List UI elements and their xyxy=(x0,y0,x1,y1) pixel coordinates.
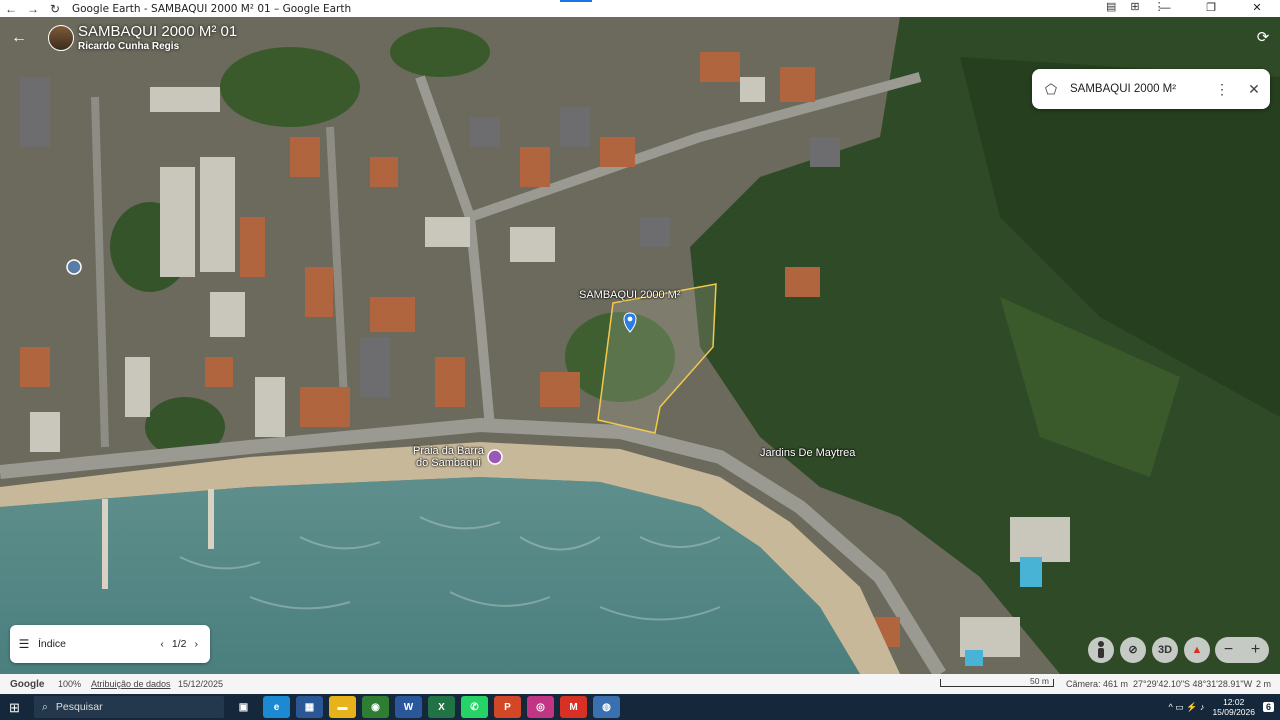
beach-place-icon[interactable] xyxy=(487,449,503,465)
browser-title-bar: ← → ↻ Google Earth - SAMBAQUI 2000 M² 01… xyxy=(0,0,1280,17)
taskbar-app-explorer-icon[interactable]: ▬ xyxy=(329,696,356,718)
clipboard-icon[interactable]: ▤ xyxy=(1106,0,1116,13)
clock-time: 12:02 xyxy=(1223,697,1245,707)
taskbar-app-task-view-icon[interactable]: ▣ xyxy=(230,696,257,718)
more-options-icon[interactable]: ⋮ xyxy=(1206,81,1238,98)
taskbar-app-word-icon[interactable]: W xyxy=(395,696,422,718)
zoom-in-button[interactable]: + xyxy=(1251,641,1260,659)
next-page-icon[interactable]: › xyxy=(195,638,199,650)
search-icon: ⌕ xyxy=(42,700,48,713)
3d-toggle-button[interactable]: 3D xyxy=(1152,637,1178,663)
taskbar-apps: ▣ e ▦ ▬ ◉ W X ✆ P ◎ M ◍ xyxy=(230,696,620,718)
taskbar-search-label: Pesquisar xyxy=(55,701,103,713)
tray-icons[interactable]: ^ ▭ ⚡ ♪ xyxy=(1169,702,1205,713)
zoom-level: 100% xyxy=(58,679,82,689)
tilt-icon[interactable]: ⊘ xyxy=(1120,637,1146,663)
taskbar-app-powerpoint-icon[interactable]: P xyxy=(494,696,521,718)
google-logo: Google xyxy=(10,678,45,690)
back-button[interactable]: ← xyxy=(8,27,30,49)
taskbar-app-whatsapp-icon[interactable]: ✆ xyxy=(461,696,488,718)
close-card-icon[interactable]: ✕ xyxy=(1238,81,1270,98)
list-icon: ☰ xyxy=(18,637,30,651)
index-label[interactable]: Índice xyxy=(38,638,160,650)
satellite-map[interactable]: ← SAMBAQUI 2000 M² 01 Ricardo Cunha Regi… xyxy=(0,17,1280,674)
compass-icon[interactable]: ▲ xyxy=(1184,637,1210,663)
map-status-bar: Google 100% Atribuição de dados 15/12/20… xyxy=(0,674,1280,694)
feature-info-card[interactable]: ⬠ SAMBAQUI 2000 M² ⋮ ✕ xyxy=(1032,69,1270,109)
back-arrow-icon[interactable]: ← xyxy=(0,2,22,16)
taskbar-app-instagram-icon[interactable]: ◎ xyxy=(527,696,554,718)
sync-icon[interactable]: ⟳ xyxy=(1252,27,1274,49)
window-title: Google Earth - SAMBAQUI 2000 M² 01 – Goo… xyxy=(72,2,352,15)
elevation: 2 m xyxy=(1256,679,1272,689)
minimize-button[interactable]: — xyxy=(1142,0,1188,17)
clock-date: 15/09/2026 xyxy=(1212,707,1255,717)
taskbar-search[interactable]: ⌕ Pesquisar xyxy=(34,696,224,718)
index-panel[interactable]: ☰ Índice ‹ 1/2 › xyxy=(10,625,210,663)
maximize-button[interactable]: ❐ xyxy=(1188,0,1234,17)
scale-label: 50 m xyxy=(1030,676,1049,686)
imagery-date: 15/12/2025 xyxy=(178,679,224,689)
poi-marker-icon[interactable] xyxy=(66,259,82,275)
page-indicator: 1/2 xyxy=(171,638,187,650)
feature-name: SAMBAQUI 2000 M² xyxy=(1070,83,1177,95)
coordinates: 27°29'42.10"S 48°31'28.91"W xyxy=(1133,679,1253,689)
taskbar-app-store-icon[interactable]: ▦ xyxy=(296,696,323,718)
author-avatar xyxy=(48,25,74,51)
translate-icon[interactable]: ⊞ xyxy=(1130,0,1139,13)
notification-badge[interactable]: 6 xyxy=(1262,702,1274,712)
windows-taskbar: ⊞ ⌕ Pesquisar ▣ e ▦ ▬ ◉ W X ✆ P ◎ M ◍ ^ ▭ ⚡ ♪ 12:02… xyxy=(0,694,1280,720)
project-title: SAMBAQUI 2000 M² 01 xyxy=(78,23,238,40)
project-author: Ricardo Cunha Regis xyxy=(78,41,180,52)
data-attribution-link[interactable]: Atribuição de dados xyxy=(91,679,171,689)
place-label-jardins[interactable]: Jardins De Maytrea xyxy=(760,447,855,459)
prev-page-icon[interactable]: ‹ xyxy=(160,638,164,650)
loading-bar xyxy=(560,0,592,2)
taskbar-app-chrome-icon[interactable]: ◉ xyxy=(362,696,389,718)
polygon-icon: ⬠ xyxy=(1044,80,1058,97)
clock[interactable]: 12:02 15/09/2026 xyxy=(1212,697,1255,717)
windows-start-icon[interactable]: ⊞ xyxy=(9,700,20,716)
close-window-button[interactable]: ✕ xyxy=(1234,0,1280,17)
zoom-control: − + xyxy=(1215,637,1269,663)
camera-altitude: Câmera: 461 m xyxy=(1066,679,1129,689)
satellite-imagery xyxy=(0,17,1280,674)
taskbar-app-excel-icon[interactable]: X xyxy=(428,696,455,718)
forward-arrow-icon[interactable]: → xyxy=(22,2,44,16)
taskbar-app-gmail-icon[interactable]: M xyxy=(560,696,587,718)
street-view-pegman-icon[interactable] xyxy=(1088,637,1114,663)
place-label-beach-line2: do Sambaqui xyxy=(416,457,481,469)
zoom-out-button[interactable]: − xyxy=(1224,641,1233,659)
reload-icon[interactable]: ↻ xyxy=(44,2,66,16)
system-tray: ^ ▭ ⚡ ♪ 12:02 15/09/2026 6 xyxy=(1169,694,1274,720)
polygon-label: SAMBAQUI 2000 M² xyxy=(579,289,681,301)
taskbar-app-edge-icon[interactable]: e xyxy=(263,696,290,718)
taskbar-app-google-earth-icon[interactable]: ◍ xyxy=(593,696,620,718)
place-label-beach-line1: Praia da Barra xyxy=(413,445,484,457)
